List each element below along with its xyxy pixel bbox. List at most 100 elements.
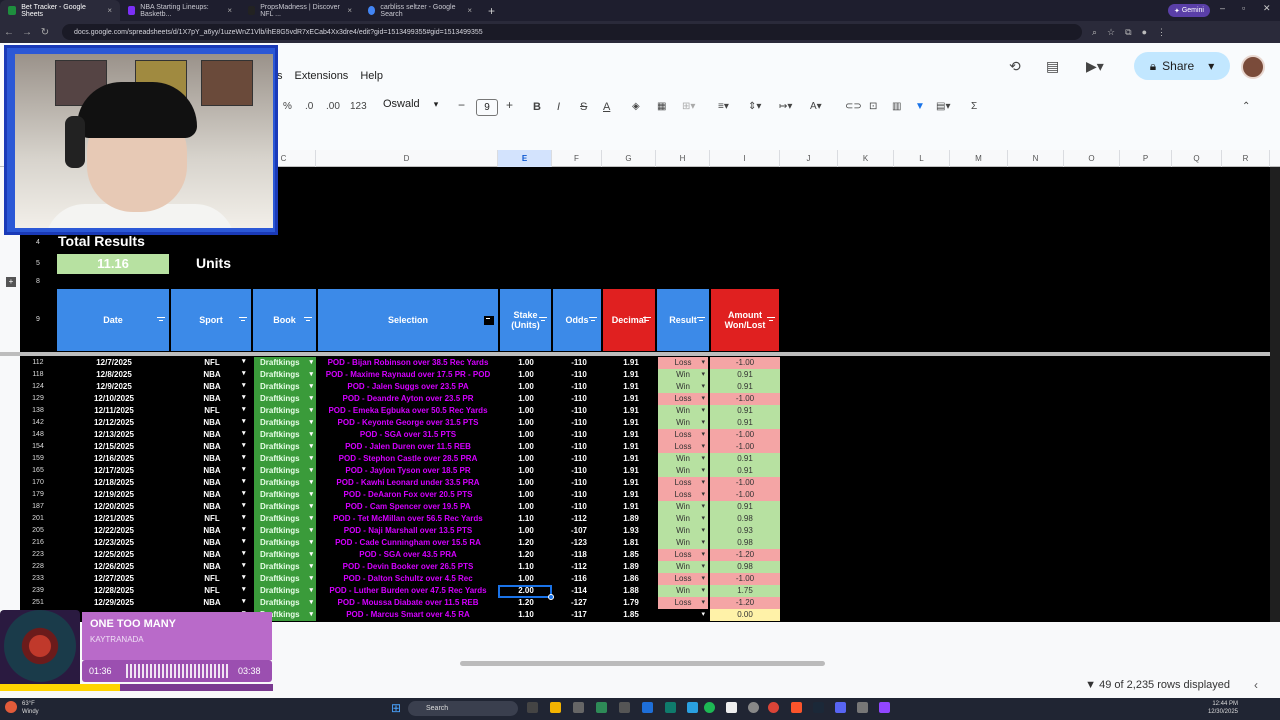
sport-dropdown-arrow-icon[interactable]: ▾ bbox=[242, 597, 246, 605]
sport-dropdown-arrow-icon[interactable]: ▾ bbox=[242, 441, 246, 449]
sport-dropdown-arrow-icon[interactable]: ▾ bbox=[242, 465, 246, 473]
header-date[interactable]: Date bbox=[57, 289, 170, 351]
selection-cell[interactable]: POD - Dalton Schultz over 4.5 Rec bbox=[318, 573, 498, 585]
insert-link-icon[interactable]: ⊂⊃ bbox=[845, 101, 862, 112]
row-number[interactable]: 179 bbox=[20, 489, 56, 501]
date-cell[interactable]: 12/19/2025 bbox=[58, 489, 170, 501]
selection-cell[interactable]: POD - Devin Booker over 26.5 PTS bbox=[318, 561, 498, 573]
book-dropdown[interactable]: Draftkings bbox=[254, 417, 316, 429]
stake-cell[interactable]: 1.00 bbox=[500, 441, 552, 453]
sport-dropdown-arrow-icon[interactable]: ▾ bbox=[242, 417, 246, 425]
decimal-cell[interactable]: 1.91 bbox=[606, 477, 656, 489]
decimal-cell[interactable]: 1.91 bbox=[606, 501, 656, 513]
filter-icon[interactable] bbox=[767, 317, 775, 322]
sport-dropdown-arrow-icon[interactable]: ▾ bbox=[242, 369, 246, 377]
odds-cell[interactable]: -127 bbox=[554, 597, 604, 609]
url-field[interactable]: docs.google.com/spreadsheets/d/1X7pY_a6y… bbox=[62, 24, 1082, 40]
odds-cell[interactable]: -110 bbox=[554, 417, 604, 429]
sport-cell[interactable]: NFL bbox=[172, 405, 252, 417]
maximize-icon[interactable]: ▫ bbox=[1242, 3, 1245, 13]
column-header-e[interactable]: E bbox=[498, 150, 552, 167]
amount-cell[interactable]: 0.91 bbox=[710, 453, 780, 465]
browser-tab-nba-lineups[interactable]: NBA Starting Lineups: Basketb... × bbox=[120, 0, 240, 21]
odds-cell[interactable]: -110 bbox=[554, 405, 604, 417]
row-number[interactable]: 205 bbox=[20, 525, 56, 537]
decimal-cell[interactable]: 1.81 bbox=[606, 537, 656, 549]
selection-cell[interactable]: POD - Bijan Robinson over 38.5 Rec Yards bbox=[318, 357, 498, 369]
stake-cell[interactable]: 1.00 bbox=[500, 381, 552, 393]
book-dropdown[interactable]: Draftkings bbox=[254, 573, 316, 585]
book-dropdown[interactable]: Draftkings bbox=[254, 537, 316, 549]
amount-cell[interactable]: 0.91 bbox=[710, 405, 780, 417]
column-header-i[interactable]: I bbox=[710, 150, 780, 167]
stake-cell[interactable]: 1.00 bbox=[500, 369, 552, 381]
decimal-cell[interactable]: 1.88 bbox=[606, 585, 656, 597]
selected-cell-e239[interactable] bbox=[498, 585, 552, 598]
date-cell[interactable]: 12/20/2025 bbox=[58, 501, 170, 513]
stake-cell[interactable]: 1.00 bbox=[500, 405, 552, 417]
selection-cell[interactable]: POD - Cade Cunningham over 15.5 RA bbox=[318, 537, 498, 549]
browser-menu-icon[interactable]: ⋮ bbox=[1157, 27, 1166, 38]
row-number[interactable]: 165 bbox=[20, 465, 56, 477]
column-header-p[interactable]: P bbox=[1120, 150, 1172, 167]
result-dropdown[interactable]: Win bbox=[658, 405, 708, 417]
total-units-value[interactable]: 11.16 bbox=[57, 254, 169, 274]
back-icon[interactable]: ← bbox=[0, 27, 18, 38]
sport-dropdown-arrow-icon[interactable]: ▾ bbox=[242, 489, 246, 497]
odds-cell[interactable]: -110 bbox=[554, 453, 604, 465]
stake-cell[interactable]: 1.10 bbox=[500, 561, 552, 573]
stake-cell[interactable]: 1.00 bbox=[500, 357, 552, 369]
amount-cell[interactable]: 0.00 bbox=[710, 609, 780, 621]
new-tab-button[interactable]: + bbox=[480, 4, 503, 18]
header-book[interactable]: Book bbox=[253, 289, 317, 351]
minimize-icon[interactable]: – bbox=[1220, 3, 1225, 13]
row-number[interactable]: 233 bbox=[20, 573, 56, 585]
sport-cell[interactable]: NBA bbox=[172, 393, 252, 405]
format-percent-button[interactable]: % bbox=[283, 101, 292, 112]
sport-dropdown-arrow-icon[interactable]: ▾ bbox=[242, 501, 246, 509]
expand-group-icon[interactable]: + bbox=[6, 277, 16, 287]
sport-dropdown-arrow-icon[interactable]: ▾ bbox=[242, 453, 246, 461]
date-cell[interactable]: 12/12/2025 bbox=[58, 417, 170, 429]
collapse-toolbar-icon[interactable]: ⌃ bbox=[1242, 101, 1250, 112]
stake-cell[interactable]: 1.00 bbox=[500, 525, 552, 537]
decimal-cell[interactable]: 1.85 bbox=[606, 609, 656, 621]
sport-cell[interactable]: NBA bbox=[172, 453, 252, 465]
book-dropdown[interactable]: Draftkings bbox=[254, 405, 316, 417]
amount-cell[interactable]: 0.98 bbox=[710, 537, 780, 549]
menu-item-help[interactable]: Help bbox=[360, 70, 383, 82]
header-selection[interactable]: Selection bbox=[318, 289, 499, 351]
row-number[interactable]: 170 bbox=[20, 477, 56, 489]
weather-widget[interactable]: 63°F Windy bbox=[22, 700, 39, 716]
column-header-k[interactable]: K bbox=[838, 150, 894, 167]
row-number[interactable]: 201 bbox=[20, 513, 56, 525]
date-cell[interactable]: 12/21/2025 bbox=[58, 513, 170, 525]
header-result[interactable]: Result bbox=[657, 289, 710, 351]
amount-cell[interactable]: -1.00 bbox=[710, 477, 780, 489]
date-cell[interactable]: 12/11/2025 bbox=[58, 405, 170, 417]
book-dropdown[interactable]: Draftkings bbox=[254, 549, 316, 561]
result-dropdown[interactable]: Win bbox=[658, 369, 708, 381]
selection-cell[interactable]: POD - Marcus Smart over 4.5 RA bbox=[318, 609, 498, 621]
row-number[interactable]: 187 bbox=[20, 501, 56, 513]
odds-cell[interactable]: -110 bbox=[554, 465, 604, 477]
align-left-icon[interactable]: ≡▾ bbox=[718, 101, 729, 112]
book-dropdown[interactable]: Draftkings bbox=[254, 465, 316, 477]
odds-cell[interactable]: -107 bbox=[554, 525, 604, 537]
selection-cell[interactable]: POD - Moussa Diabate over 11.5 REB bbox=[318, 597, 498, 609]
selection-cell[interactable]: POD - Emeka Egbuka over 50.5 Rec Yards bbox=[318, 405, 498, 417]
stake-cell[interactable]: 1.00 bbox=[500, 573, 552, 585]
filter-icon[interactable] bbox=[697, 317, 705, 322]
column-header-r[interactable]: R bbox=[1222, 150, 1270, 167]
date-cell[interactable]: 12/10/2025 bbox=[58, 393, 170, 405]
decimal-cell[interactable]: 1.86 bbox=[606, 573, 656, 585]
decimal-cell[interactable]: 1.91 bbox=[606, 393, 656, 405]
header-stake[interactable]: Stake (Units) bbox=[500, 289, 552, 351]
selection-cell[interactable]: POD - Deandre Ayton over 23.5 PR bbox=[318, 393, 498, 405]
result-dropdown[interactable]: Loss bbox=[658, 489, 708, 501]
row-number[interactable]: 129 bbox=[20, 393, 56, 405]
result-dropdown[interactable] bbox=[658, 609, 708, 621]
stake-cell[interactable]: 1.00 bbox=[500, 429, 552, 441]
sport-cell[interactable]: NFL bbox=[172, 573, 252, 585]
close-tab-icon[interactable]: × bbox=[107, 6, 112, 15]
